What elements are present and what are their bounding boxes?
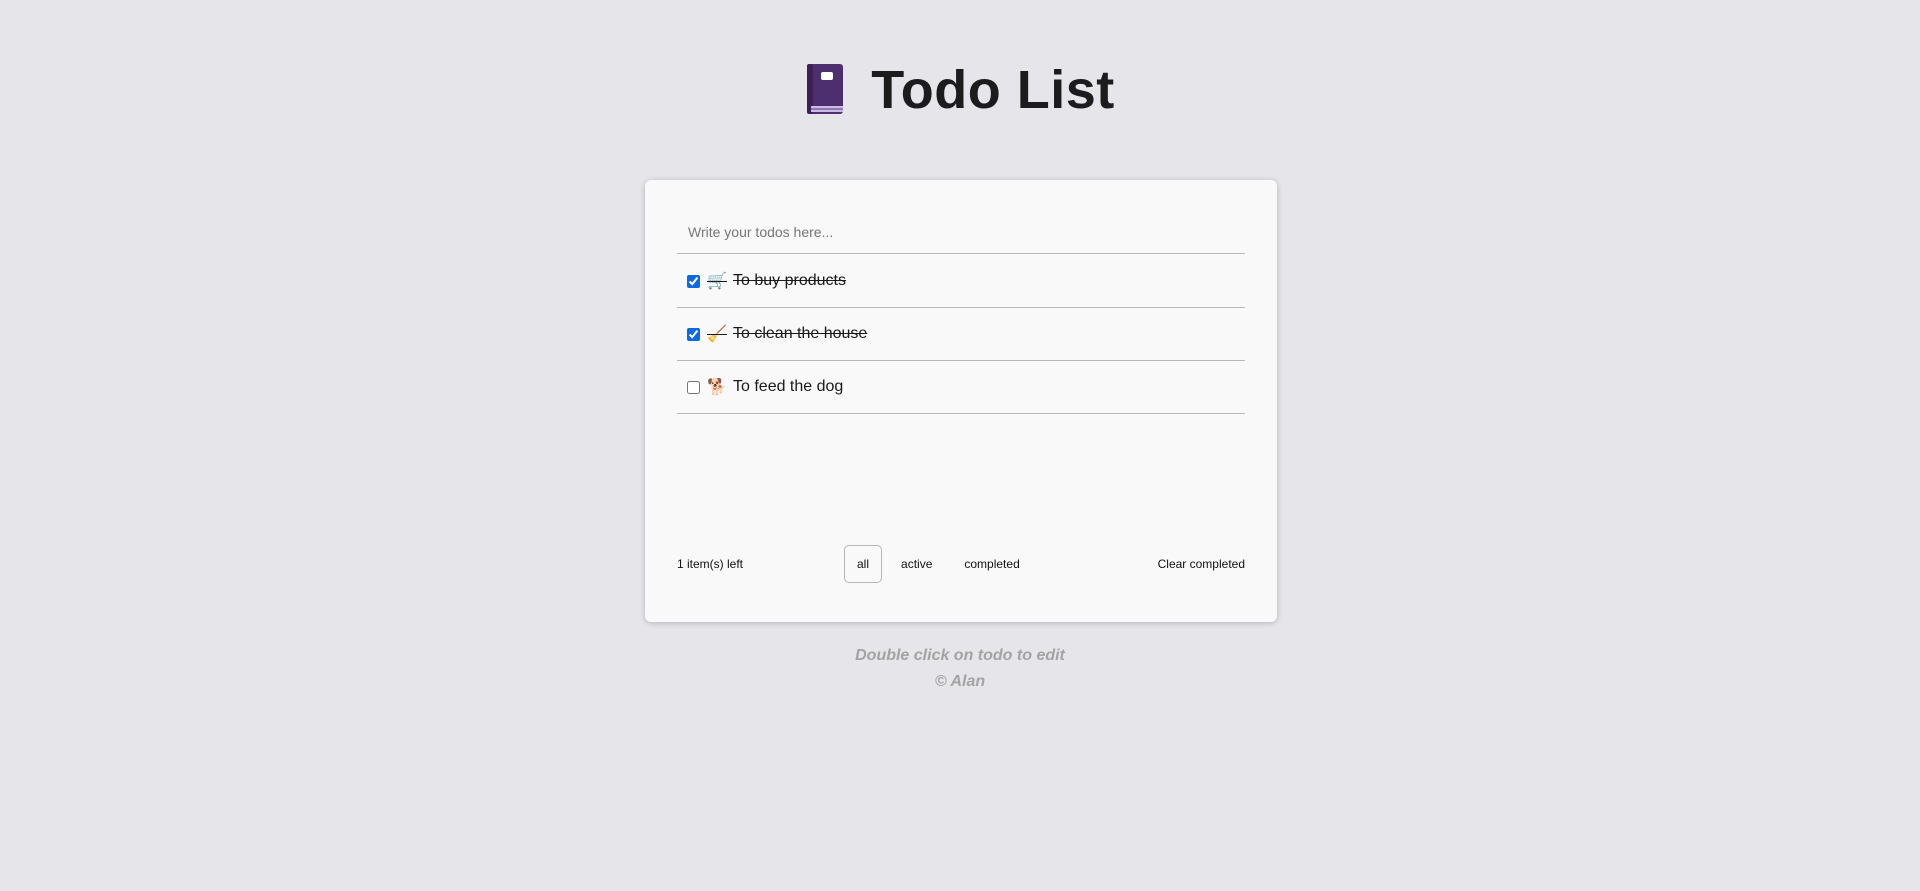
filter-group: all active completed: [844, 545, 1039, 583]
todo-label: To clean the house: [733, 325, 868, 342]
closed-book-icon: [805, 64, 845, 116]
todo-footer: 1 item(s) left all active completed Clea…: [677, 545, 1245, 583]
filter-active-button[interactable]: active: [888, 545, 945, 583]
author-credit: © Alan: [934, 673, 986, 690]
todo-content: 🛒 To buy products: [707, 271, 846, 291]
clear-completed-button[interactable]: Clear completed: [1158, 545, 1245, 583]
todo-content: 🐕 To feed the dog: [707, 377, 843, 397]
todo-checkbox[interactable]: [687, 274, 700, 288]
todo-label: To buy products: [733, 272, 846, 289]
todo-checkbox[interactable]: [687, 380, 700, 394]
todo-item-feed-dog[interactable]: 🐕 To feed the dog: [677, 361, 1245, 414]
todo-checkbox[interactable]: [687, 327, 700, 341]
items-left-counter: 1 item(s) left: [677, 557, 744, 571]
cleaning-broom-icon: 🧹: [707, 326, 727, 343]
new-todo-input[interactable]: [677, 210, 1245, 254]
dog-icon: 🐕: [707, 379, 727, 396]
page-title: Todo List: [871, 60, 1115, 120]
todo-item-clean-house[interactable]: 🧹 To clean the house: [677, 308, 1245, 361]
filter-completed-button[interactable]: completed: [951, 545, 1032, 583]
todo-label: To feed the dog: [733, 378, 844, 395]
edit-hint: Double click on todo to edit: [855, 647, 1065, 664]
todo-list: 🛒 To buy products 🧹 To clean the house 🐕…: [677, 255, 1245, 414]
filter-all-button[interactable]: all: [844, 545, 883, 583]
todo-card: 🛒 To buy products 🧹 To clean the house 🐕…: [645, 180, 1277, 622]
todo-item-buy-products[interactable]: 🛒 To buy products: [677, 255, 1245, 308]
todo-content: 🧹 To clean the house: [707, 324, 867, 344]
app-header: Todo List: [0, 58, 1920, 122]
shopping-products-icon: 🛒: [707, 273, 727, 290]
